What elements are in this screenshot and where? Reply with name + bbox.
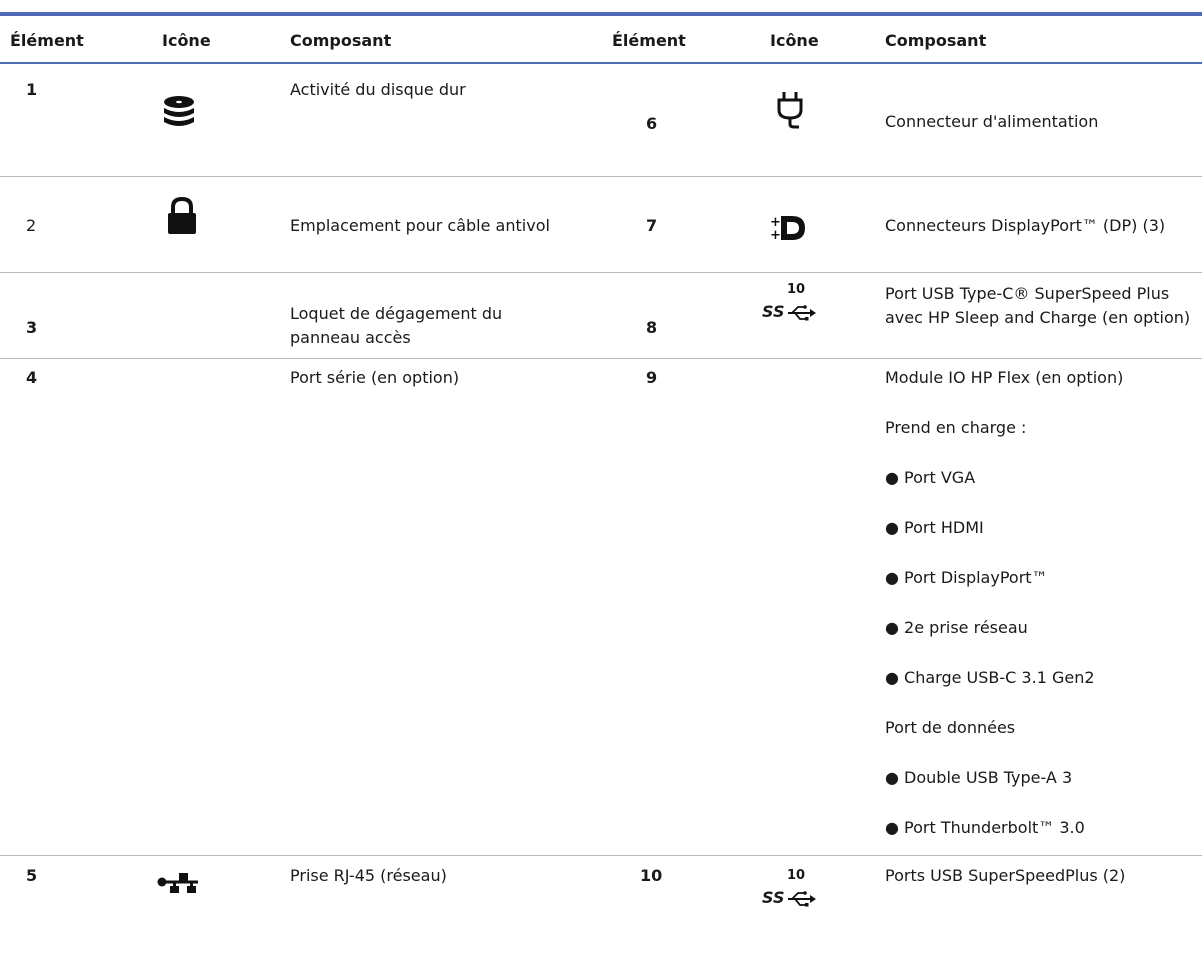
- module-detail: ● Charge USB-C 3.1 Gen2: [885, 668, 1095, 687]
- row4-component: Port série (en option): [290, 368, 460, 387]
- header-icon-1: Icône: [162, 31, 211, 50]
- row5-component: Prise RJ-45 (réseau): [290, 866, 447, 885]
- header-component-2: Composant: [885, 31, 987, 50]
- svg-text:+: +: [770, 228, 781, 243]
- row-rule-3: [0, 358, 1202, 359]
- row2-component: Emplacement pour câble antivol: [290, 216, 550, 235]
- module-detail: ● 2e prise réseau: [885, 618, 1028, 637]
- row1-component: Activité du disque dur: [290, 80, 466, 99]
- header-icon-2: Icône: [770, 31, 819, 50]
- usb-speed-label: 10: [787, 282, 806, 297]
- header-component-1: Composant: [290, 31, 392, 50]
- displayport-icon: + +: [768, 212, 810, 248]
- row-rule-4: [0, 855, 1202, 856]
- row4-element: 4: [26, 368, 38, 387]
- module-detail: ● Double USB Type-A 3: [885, 768, 1073, 787]
- row-rule-1: [0, 176, 1202, 177]
- row7-component: Connecteurs DisplayPort™ (DP) (3): [885, 216, 1166, 235]
- module-detail: Port de données: [885, 718, 1016, 737]
- module-detail: ● Port HDMI: [885, 518, 984, 537]
- row6-component: Connecteur d'alimentation: [885, 112, 1099, 131]
- row3-component: Loquet de dégagement du panneau accès: [290, 304, 503, 347]
- power-plug-icon: [776, 90, 804, 134]
- row10-element: 10: [640, 866, 663, 885]
- network-icon: [157, 872, 199, 898]
- row1-element: 1: [26, 80, 38, 99]
- row8-element: 8: [646, 318, 658, 337]
- row7-element: 7: [646, 216, 658, 235]
- usb-superspeed-10-icon: 10 SS: [760, 868, 830, 916]
- header-element-1: Élément: [10, 31, 84, 50]
- header-element-2: Élément: [612, 31, 686, 50]
- usb-superspeed-10-icon: 10 SS: [760, 282, 830, 330]
- row5-element: 5: [26, 866, 38, 885]
- row-rule-2: [0, 272, 1202, 273]
- row10-component: Ports USB SuperSpeedPlus (2): [885, 866, 1126, 885]
- row9-element: 9: [646, 368, 658, 387]
- row2-element: 2: [26, 216, 37, 235]
- row6-element: 6: [646, 114, 658, 133]
- module-detail: ● Port VGA: [885, 468, 976, 487]
- usb-speed-label: 10: [787, 868, 806, 883]
- header-rule: [0, 62, 1202, 64]
- module-detail: ● Port DisplayPort™: [885, 568, 1048, 587]
- module-detail: Prend en charge :: [885, 418, 1027, 437]
- module-detail: ● Port Thunderbolt™ 3.0: [885, 818, 1085, 837]
- row3-element: 3: [26, 318, 38, 337]
- row9-component: Module IO HP Flex (en option): [885, 368, 1124, 387]
- hard-drive-icon: [162, 96, 196, 134]
- usb-ss-label: SS: [762, 302, 785, 321]
- table-header: Élément Icône Composant Élément Icône Co…: [0, 16, 1202, 62]
- row8-component: Port USB Type-C® SuperSpeed Plus avec HP…: [885, 284, 1191, 327]
- lock-icon: [165, 196, 199, 240]
- usb-ss-label: SS: [762, 888, 785, 907]
